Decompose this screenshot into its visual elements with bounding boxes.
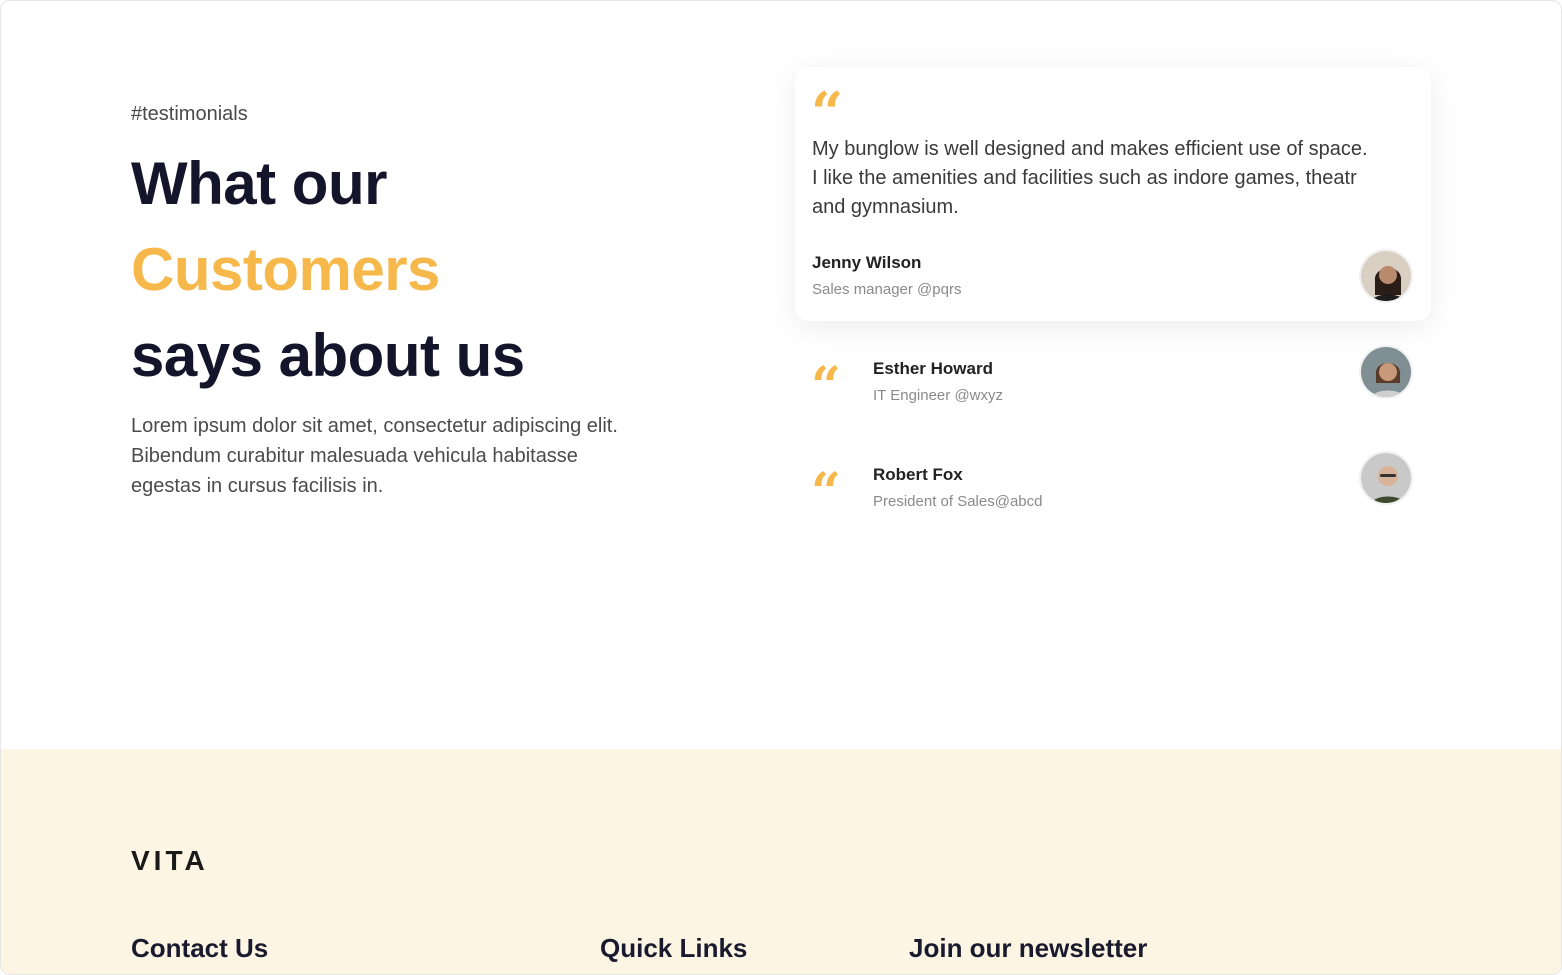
quote-icon: “	[811, 80, 844, 146]
featured-testimonial-card[interactable]: “ My bunglow is well designed and makes …	[795, 67, 1431, 321]
headline-line-1: What our	[131, 150, 387, 217]
user-avatar-icon	[1361, 347, 1411, 397]
quote-icon: “	[811, 356, 841, 417]
testimonial-list-item[interactable]: “ Esther Howard IT Engineer @wxyz	[811, 345, 1417, 419]
footer-heading-contact: Contact Us	[131, 933, 269, 963]
section-tag: #testimonials	[131, 103, 248, 125]
user-avatar-icon	[1361, 453, 1411, 503]
testimonial-list-item[interactable]: “ Robert Fox President of Sales@abcd	[811, 451, 1417, 525]
testimonial-author-name: Robert Fox	[873, 465, 963, 484]
testimonial-author-role: Sales manager @pqrs	[812, 281, 962, 298]
headline-line-3: says about us	[131, 322, 525, 389]
footer-heading-newsletter: Join our newsletter	[909, 933, 1148, 963]
testimonial-author-name: Esther Howard	[873, 359, 993, 378]
section-lead-text: Lorem ipsum dolor sit amet, consectetur …	[131, 415, 618, 497]
quote-icon: “	[811, 462, 841, 523]
testimonial-author-name: Jenny Wilson	[812, 253, 922, 272]
page-frame: #testimonials What our Customers says ab…	[0, 0, 1562, 975]
user-avatar-icon	[1361, 251, 1411, 301]
brand-logo[interactable]: VITA	[131, 845, 209, 877]
testimonial-quote-text: My bunglow is well designed and makes ef…	[812, 138, 1368, 218]
testimonial-author-role: IT Engineer @wxyz	[873, 387, 1003, 404]
avatar	[1359, 249, 1413, 303]
section-headline: What our Customers says about us	[131, 141, 525, 399]
avatar	[1359, 451, 1413, 505]
site-footer: VITA Contact Us Quick Links Join our new…	[1, 749, 1561, 974]
footer-heading-quick-links: Quick Links	[600, 933, 748, 963]
avatar	[1359, 345, 1413, 399]
testimonial-author-role: President of Sales@abcd	[873, 493, 1043, 510]
headline-line-2-accent: Customers	[131, 236, 440, 303]
